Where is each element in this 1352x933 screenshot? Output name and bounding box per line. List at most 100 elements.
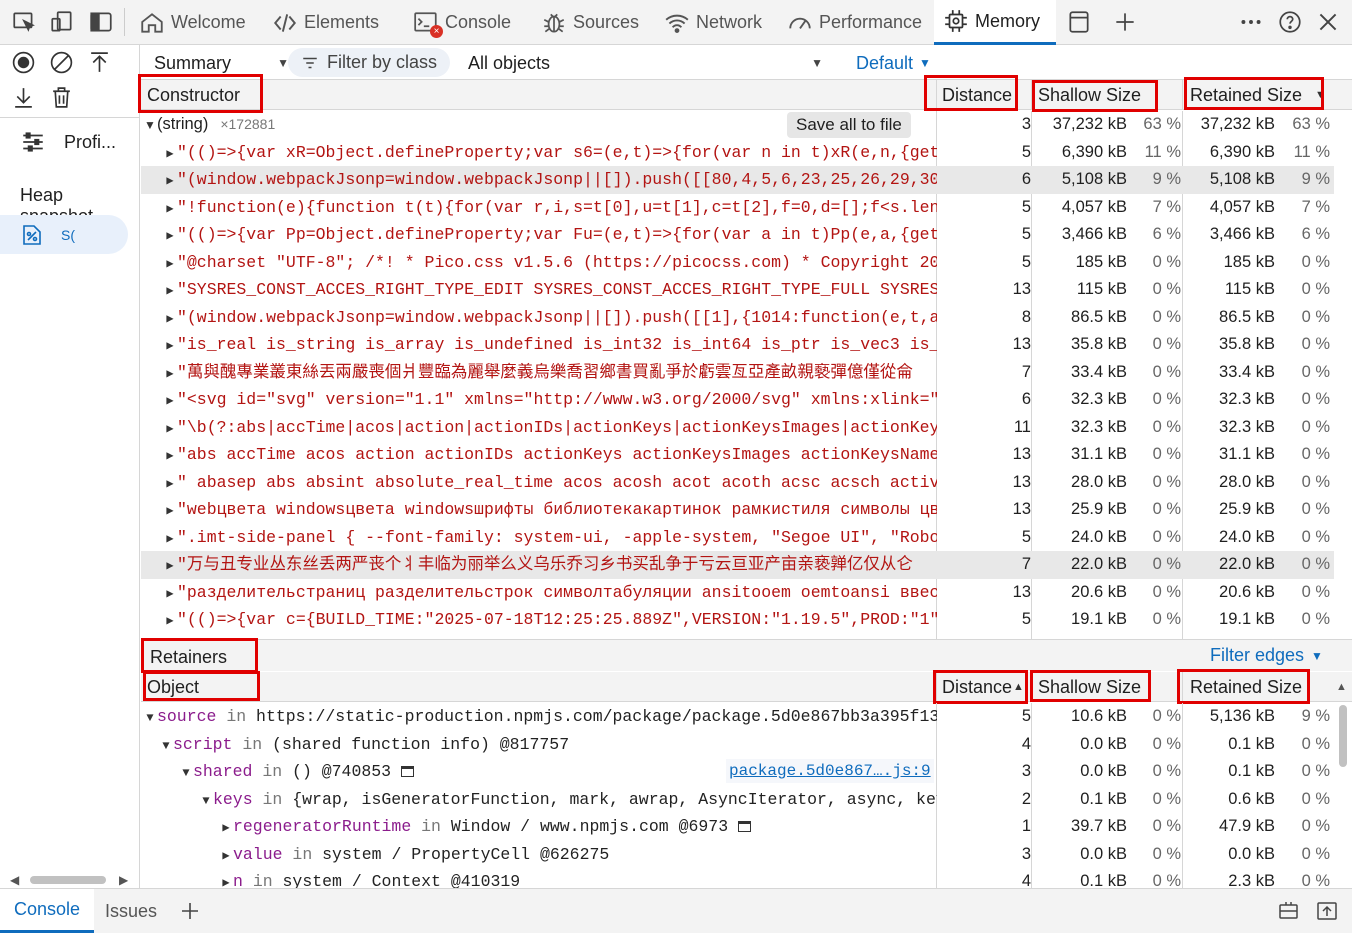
dock-to-bottom-icon[interactable] bbox=[1315, 899, 1339, 923]
expand-triangle-icon[interactable]: ▼ bbox=[143, 112, 157, 139]
source-link[interactable]: package.5d0e867….js:9 bbox=[726, 759, 934, 783]
expand-triangle-icon[interactable]: ▶ bbox=[163, 333, 177, 359]
drawer-tab-issues[interactable]: Issues bbox=[94, 889, 168, 933]
table-row[interactable]: ▶ ".imt-side-panel { --font-family: syste… bbox=[141, 524, 1334, 552]
vertical-scrollbar[interactable] bbox=[1334, 111, 1352, 639]
expand-triangle-icon[interactable]: ▶ bbox=[163, 553, 177, 579]
col-retained-size[interactable]: Retained Size bbox=[1190, 80, 1302, 110]
retainer-row[interactable]: ▶ value in system / PropertyCell @626275 3… bbox=[141, 841, 1334, 869]
upload-icon[interactable] bbox=[87, 50, 112, 75]
retainer-row[interactable]: ▼ shared in () @740853 package.5d0e867….j… bbox=[141, 758, 1334, 786]
expand-triangle-icon[interactable]: ▶ bbox=[219, 870, 233, 888]
expand-triangle-icon[interactable]: ▶ bbox=[163, 416, 177, 442]
dock-panel-icon[interactable] bbox=[1066, 9, 1092, 35]
expand-triangle-icon[interactable]: ▼ bbox=[159, 733, 173, 759]
table-row[interactable]: ▶ "(()=>{var Pp=Object.defineProperty;var… bbox=[141, 221, 1334, 249]
retainer-row[interactable]: ▶ regeneratorRuntime in Window / www.npmj… bbox=[141, 813, 1334, 841]
expand-triangle-icon[interactable]: ▶ bbox=[163, 443, 177, 469]
clear-icon[interactable] bbox=[49, 50, 74, 75]
device-emulation-icon[interactable] bbox=[49, 9, 75, 35]
view-select[interactable]: Summary ▼ bbox=[154, 51, 289, 75]
retainer-row[interactable]: ▶ n in system / Context @410319 4 0.1 kB 0 %… bbox=[141, 868, 1334, 888]
add-drawer-tab-icon[interactable] bbox=[178, 899, 202, 923]
table-row[interactable]: ▶ "\b(?:abs|accTime|acos|action|actionIDs… bbox=[141, 414, 1334, 442]
table-row[interactable]: ▶ "!function(e){function t(t){for(var r,i… bbox=[141, 194, 1334, 222]
col-distance[interactable]: Distance bbox=[942, 80, 1012, 110]
default-select[interactable]: Default ▼ bbox=[856, 51, 931, 75]
expand-triangle-icon[interactable]: ▶ bbox=[163, 251, 177, 277]
expand-triangle-icon[interactable]: ▶ bbox=[219, 815, 233, 841]
table-row[interactable]: ▶ "万与丑专业丛东丝丢两严丧个丬丰临为丽举么义乌乐乔习乡书买乱争于亏云亘亚产亩亲… bbox=[141, 551, 1334, 579]
expand-triangle-icon[interactable]: ▶ bbox=[163, 581, 177, 607]
retained-size: 0.1 kB bbox=[1228, 734, 1275, 753]
table-row[interactable]: ▶ "<svg id="svg" version="1.1" xmlns="htt… bbox=[141, 386, 1334, 414]
expand-triangle-icon[interactable]: ▶ bbox=[219, 843, 233, 869]
tab-network[interactable]: Network bbox=[664, 0, 762, 45]
table-row[interactable]: ▶ "@charset "UTF-8"; /*! * Pico.css v1.5.… bbox=[141, 249, 1334, 277]
col-object[interactable]: Object bbox=[147, 672, 199, 702]
add-tab-icon[interactable] bbox=[1112, 9, 1138, 35]
expand-triangle-icon[interactable]: ▶ bbox=[163, 306, 177, 332]
close-icon[interactable] bbox=[1315, 9, 1341, 35]
expand-triangle-icon[interactable]: ▶ bbox=[163, 388, 177, 414]
tab-memory[interactable]: Memory bbox=[934, 0, 1056, 45]
expand-triangle-icon[interactable]: ▼ bbox=[199, 788, 213, 814]
drawer-tab-console[interactable]: Console bbox=[0, 889, 94, 933]
expand-triangle-icon[interactable]: ▶ bbox=[163, 361, 177, 387]
col-distance[interactable]: Distance bbox=[942, 672, 1012, 702]
expand-triangle-icon[interactable]: ▼ bbox=[179, 760, 193, 786]
expand-triangle-icon[interactable]: ▶ bbox=[163, 278, 177, 304]
col-shallow-size[interactable]: Shallow Size bbox=[1038, 672, 1141, 702]
retainer-row[interactable]: ▼ keys in {wrap, isGeneratorFunction, mar… bbox=[141, 786, 1334, 814]
expand-triangle-icon[interactable]: ▶ bbox=[163, 223, 177, 249]
col-constructor[interactable]: Constructor bbox=[147, 80, 240, 110]
class-filter-input[interactable]: Filter by class bbox=[288, 48, 450, 77]
expand-triangle-icon[interactable]: ▶ bbox=[163, 608, 177, 634]
toggle-sidebar-icon[interactable] bbox=[88, 9, 114, 35]
table-row-group[interactable]: ▼(string) ×172881 Save all to file 3 37,2… bbox=[141, 111, 1334, 139]
table-row[interactable]: ▶ "SYSRES_CONST_ACCES_RIGHT_TYPE_EDIT SYS… bbox=[141, 276, 1334, 304]
download-icon[interactable] bbox=[11, 85, 36, 110]
table-row[interactable]: ▶ "(window.webpackJsonp=window.webpackJso… bbox=[141, 166, 1334, 194]
retainer-row[interactable]: ▼ script in (shared function info) @81775… bbox=[141, 731, 1334, 759]
quick-view-icon[interactable] bbox=[1277, 899, 1301, 923]
table-row[interactable]: ▶ "(window.webpackJsonp=window.webpackJso… bbox=[141, 304, 1334, 332]
table-row[interactable]: ▶ " abasep abs absint absolute_real_time … bbox=[141, 469, 1334, 497]
table-row[interactable]: ▶ "is_real is_string is_array is_undefine… bbox=[141, 331, 1334, 359]
profiles-item[interactable]: Profi... bbox=[20, 129, 116, 155]
help-icon[interactable] bbox=[1277, 9, 1303, 35]
retainer-row[interactable]: ▼ source in https://static-production.npm… bbox=[141, 703, 1334, 731]
expand-triangle-icon[interactable]: ▶ bbox=[163, 168, 177, 194]
save-all-button[interactable]: Save all to file bbox=[787, 112, 911, 138]
table-row[interactable]: ▶ "разделительстраниц разделительстрок си… bbox=[141, 579, 1334, 607]
expand-triangle-icon[interactable]: ▶ bbox=[163, 141, 177, 167]
scroll-right-icon[interactable]: ▶ bbox=[119, 873, 128, 887]
more-options-icon[interactable] bbox=[1238, 9, 1264, 35]
filter-edges-select[interactable]: Filter edges ▼ bbox=[1210, 645, 1323, 666]
expand-triangle-icon[interactable]: ▶ bbox=[163, 196, 177, 222]
tab-performance[interactable]: Performance bbox=[787, 0, 922, 45]
objects-filter-select[interactable]: All objects ▼ bbox=[468, 51, 823, 75]
expand-triangle-icon[interactable]: ▶ bbox=[163, 526, 177, 552]
table-row[interactable]: ▶ "萬與醜專業叢東絲丟兩嚴喪個爿豐臨為麗舉麼義烏樂喬習鄉書買亂爭於虧雲亙亞產畝親… bbox=[141, 359, 1334, 387]
table-row[interactable]: ▶ "(()=>{var xR=Object.defineProperty;var… bbox=[141, 139, 1334, 167]
scroll-left-icon[interactable]: ◀ bbox=[10, 873, 19, 887]
record-icon[interactable] bbox=[11, 50, 36, 75]
tab-elements[interactable]: Elements bbox=[272, 0, 379, 45]
tab-sources[interactable]: Sources bbox=[541, 0, 639, 45]
inspect-element-icon[interactable] bbox=[11, 9, 37, 35]
expand-triangle-icon[interactable]: ▶ bbox=[163, 498, 177, 524]
snapshot-item[interactable]: S( bbox=[0, 215, 128, 254]
trash-icon[interactable] bbox=[49, 85, 74, 110]
horizontal-scrollbar[interactable] bbox=[30, 876, 106, 884]
table-row[interactable]: ▶ "webцвета windowsцвета windowsшрифты би… bbox=[141, 496, 1334, 524]
table-row[interactable]: ▶ "(()=>{var c={BUILD_TIME:"2025-07-18T12… bbox=[141, 606, 1334, 634]
tab-console[interactable]: × Console bbox=[413, 0, 511, 45]
expand-triangle-icon[interactable]: ▼ bbox=[143, 705, 157, 731]
expand-triangle-icon[interactable]: ▶ bbox=[163, 471, 177, 497]
col-retained-size[interactable]: Retained Size bbox=[1190, 672, 1302, 702]
col-shallow-size[interactable]: Shallow Size bbox=[1038, 80, 1141, 110]
retainers-scrollbar[interactable]: ▲ bbox=[1334, 681, 1352, 888]
table-row[interactable]: ▶ "abs accTime acos action actionIDs acti… bbox=[141, 441, 1334, 469]
tab-welcome[interactable]: Welcome bbox=[139, 0, 246, 45]
